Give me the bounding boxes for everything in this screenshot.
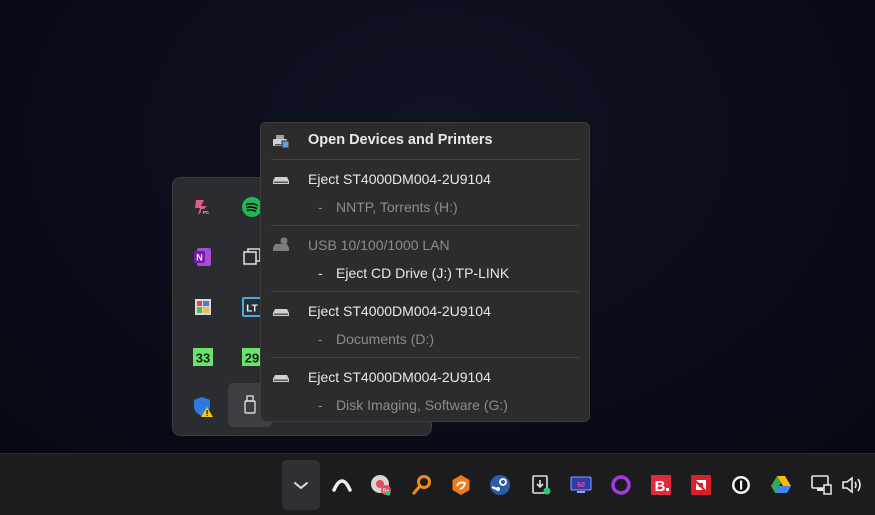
devices-printers-icon <box>271 130 291 150</box>
eject-cd-drive-j-item[interactable]: - Eject CD Drive (J:) TP-LINK <box>261 259 589 287</box>
eject-drive-label: Eject ST4000DM004-2U9104 <box>308 303 491 319</box>
ring-app-icon[interactable] <box>602 460 640 510</box>
arc-icon[interactable] <box>323 460 361 510</box>
volume-g-item: - Disk Imaging, Software (G:) <box>261 391 589 419</box>
eject-drive-g-item[interactable]: Eject ST4000DM004-2U9104 <box>261 363 589 391</box>
amd-icon[interactable] <box>682 460 720 510</box>
bitdefender-icon[interactable]: B <box>642 460 680 510</box>
calendar-33-icon[interactable]: 33 <box>181 335 225 379</box>
svg-text:60: 60 <box>577 482 585 489</box>
monitor-60-icon[interactable]: 60 <box>562 460 600 510</box>
eject-cd-label: Eject CD Drive (J:) TP-LINK <box>336 265 510 281</box>
menu-separator <box>271 291 579 292</box>
svg-text:33: 33 <box>196 351 210 366</box>
palette-app-icon[interactable] <box>181 285 225 329</box>
chevron-up-icon <box>294 482 308 490</box>
eject-drive-label: Eject ST4000DM004-2U9104 <box>308 171 491 187</box>
open-devices-printers-item[interactable]: Open Devices and Printers <box>261 126 589 154</box>
menu-separator <box>271 225 579 226</box>
eject-drive-label: Eject ST4000DM004-2U9104 <box>308 369 491 385</box>
hard-drive-icon <box>271 301 291 321</box>
steam-icon[interactable] <box>481 460 519 510</box>
menu-separator <box>271 159 579 160</box>
taskbar: 9+ 60 B <box>0 453 875 515</box>
svg-text:29: 29 <box>245 351 259 366</box>
open-devices-printers-label: Open Devices and Printers <box>308 132 493 148</box>
eject-devices-menu: Open Devices and Printers Eject ST4000DM… <box>260 122 590 422</box>
search-key-icon[interactable] <box>403 460 441 510</box>
eject-drive-d-item[interactable]: Eject ST4000DM004-2U9104 <box>261 297 589 325</box>
menu-dash: - <box>318 265 323 281</box>
svg-text:LT: LT <box>246 304 257 315</box>
menu-separator <box>271 357 579 358</box>
volume-label: NNTP, Torrents (H:) <box>336 199 458 215</box>
onenote-icon[interactable]: N <box>181 235 225 279</box>
download-manager-icon[interactable] <box>522 460 560 510</box>
usb-network-drive-icon <box>271 235 291 255</box>
usb-lan-label: USB 10/100/1000 LAN <box>308 237 450 253</box>
copilot-pc-icon[interactable]: PC <box>181 185 225 229</box>
chrome-badge-icon[interactable]: 9+ <box>362 460 400 510</box>
menu-dash: - <box>318 199 323 215</box>
svg-text:PC: PC <box>203 210 210 215</box>
menu-dash: - <box>318 397 323 413</box>
google-drive-icon[interactable] <box>762 460 800 510</box>
usb-lan-item: USB 10/100/1000 LAN <box>261 231 589 259</box>
one-password-icon[interactable] <box>722 460 760 510</box>
volume-label: Documents (D:) <box>336 331 435 347</box>
volume-label: Disk Imaging, Software (G:) <box>336 397 508 413</box>
eject-drive-h-item[interactable]: Eject ST4000DM004-2U9104 <box>261 165 589 193</box>
security-warning-icon[interactable] <box>181 385 225 429</box>
hard-drive-icon <box>271 169 291 189</box>
volume-icon[interactable] <box>833 460 871 510</box>
hard-drive-icon <box>271 367 291 387</box>
show-hidden-icons-button[interactable] <box>282 460 320 510</box>
firefox-like-icon[interactable] <box>442 460 480 510</box>
svg-text:B: B <box>655 478 666 495</box>
menu-dash: - <box>318 331 323 347</box>
volume-d-item: - Documents (D:) <box>261 325 589 353</box>
volume-h-item: - NNTP, Torrents (H:) <box>261 193 589 221</box>
svg-text:N: N <box>196 253 203 263</box>
